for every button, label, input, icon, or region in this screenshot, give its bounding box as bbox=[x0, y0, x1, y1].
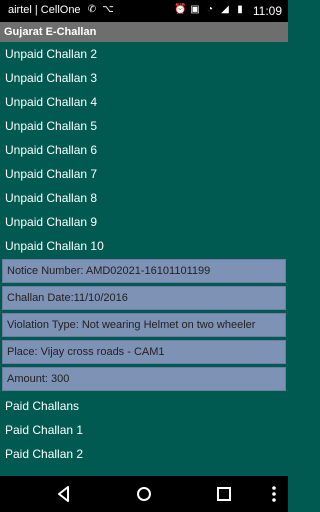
back-icon[interactable] bbox=[52, 482, 76, 506]
status-bar: airtel | CellOne ✆ ⌥ ⏰ ▣ ◔ ◢ ▮ 11:09 bbox=[0, 0, 288, 22]
notice-number: Notice Number: AMD02021-16101101199 bbox=[2, 259, 286, 283]
app-title-bar: Gujarat E-Challan bbox=[0, 22, 288, 42]
list-item-paid-2[interactable]: Paid Challan 2 bbox=[0, 442, 288, 466]
list-item-unpaid-9[interactable]: Unpaid Challan 9 bbox=[0, 210, 288, 234]
notification-icons: ✆ ⌥ bbox=[86, 3, 114, 16]
list-item-unpaid-3[interactable]: Unpaid Challan 3 bbox=[0, 66, 288, 90]
list-item-unpaid-5[interactable]: Unpaid Challan 5 bbox=[0, 114, 288, 138]
list-item-unpaid-7[interactable]: Unpaid Challan 7 bbox=[0, 162, 288, 186]
challan-list[interactable]: Unpaid Challan 2 Unpaid Challan 3 Unpaid… bbox=[0, 42, 288, 476]
carrier-name: airtel | CellOne bbox=[8, 4, 81, 16]
sim-icon: ▣ bbox=[190, 4, 200, 15]
usb-icon: ⌥ bbox=[102, 4, 114, 15]
list-item-unpaid-4[interactable]: Unpaid Challan 4 bbox=[0, 90, 288, 114]
battery-icon: ▮ bbox=[237, 4, 243, 15]
signal-icon: ◢ bbox=[221, 4, 229, 15]
home-icon[interactable] bbox=[132, 482, 156, 506]
paid-challans-header[interactable]: Paid Challans bbox=[0, 394, 288, 418]
list-item-unpaid-10[interactable]: Unpaid Challan 10 bbox=[0, 234, 288, 258]
app-title: Gujarat E-Challan bbox=[4, 26, 97, 38]
alarm-icon: ⏰ bbox=[174, 4, 187, 15]
recents-icon[interactable] bbox=[212, 482, 236, 506]
challan-date: Challan Date:11/10/2016 bbox=[2, 286, 286, 310]
list-item-unpaid-6[interactable]: Unpaid Challan 6 bbox=[0, 138, 288, 162]
wifi-icon: ◔ bbox=[206, 4, 214, 15]
list-item-paid-1[interactable]: Paid Challan 1 bbox=[0, 418, 288, 442]
more-icon[interactable] bbox=[262, 482, 286, 506]
system-icons: ⏰ ▣ ◔ ◢ ▮ bbox=[174, 3, 246, 16]
amount: Amount: 300 bbox=[2, 367, 286, 391]
list-item-unpaid-8[interactable]: Unpaid Challan 8 bbox=[0, 186, 288, 210]
violation-type: Violation Type: Not wearing Helmet on tw… bbox=[2, 313, 286, 337]
whatsapp-icon: ✆ bbox=[87, 4, 97, 15]
place: Place: Vijay cross roads - CAM1 bbox=[2, 340, 286, 364]
navigation-bar bbox=[0, 476, 288, 512]
list-item-unpaid-2[interactable]: Unpaid Challan 2 bbox=[0, 42, 288, 66]
clock: 11:09 bbox=[252, 4, 282, 18]
